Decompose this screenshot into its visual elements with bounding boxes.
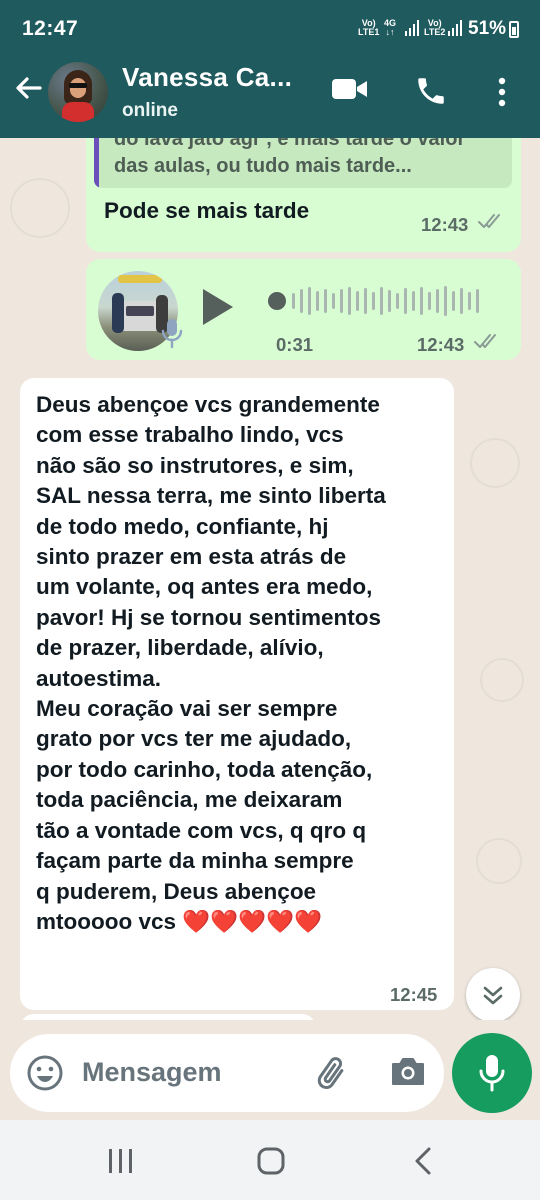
sim1-indicator: Vo) LTE1 — [358, 19, 379, 37]
message-input[interactable]: Mensagem — [10, 1034, 444, 1112]
wallpaper-doodle — [480, 658, 524, 702]
message-line: q puderem, Deus abençoe — [36, 878, 317, 904]
double-check-icon — [474, 334, 496, 348]
incoming-message[interactable]: Deus abençoe vcs grandemente com esse tr… — [20, 378, 454, 1010]
back-nav-icon[interactable] — [410, 1146, 436, 1176]
message-line: por todo carinho, toda atenção, — [36, 756, 373, 782]
message-line: um volante, oq antes era medo, — [36, 574, 373, 600]
emoji-icon[interactable] — [26, 1054, 64, 1092]
contact-name[interactable]: Vanessa Ca... — [122, 62, 292, 93]
scroll-to-bottom-button[interactable] — [466, 968, 520, 1020]
recent-apps-icon[interactable] — [106, 1148, 136, 1174]
message-line: de prazer, liberdade, alívio, — [36, 635, 324, 661]
message-line: Deus abençoe vcs grandemente — [36, 392, 380, 417]
contact-avatar[interactable] — [48, 62, 108, 122]
status-bar: 12:47 Vo) LTE1 4G ↓↑ Vo) LTE2 51% — [0, 0, 540, 58]
message-line: não são so instrutores, e sim, — [36, 452, 354, 478]
message-line: com esse trabalho lindo, vcs — [36, 422, 344, 448]
message-line: SAL nessa terra, me sinto liberta — [36, 483, 386, 509]
composer-bar: Mensagem — [0, 1020, 540, 1120]
voice-duration: 0:31 — [276, 334, 314, 355]
wallpaper-doodle — [470, 438, 520, 488]
microphone-icon — [479, 1055, 505, 1092]
audio-waveform[interactable] — [250, 283, 500, 319]
phone-icon[interactable] — [414, 74, 448, 108]
quote-accent-bar — [94, 138, 99, 188]
message-time: 12:45 — [390, 984, 438, 1005]
camera-icon[interactable] — [388, 1052, 428, 1092]
network-type: 4G ↓↑ — [384, 19, 396, 37]
message-line-text: mtooooo vcs ❤️❤️❤️❤️❤️ — [36, 908, 323, 934]
video-call-icon[interactable] — [330, 74, 370, 104]
message-line: façam parte da minha sempre — [36, 848, 354, 874]
sim2-indicator: Vo) LTE2 — [424, 19, 445, 37]
double-check-icon — [478, 214, 500, 228]
audio-seek-handle — [268, 292, 286, 310]
battery-percent: 51% — [468, 18, 507, 39]
quoted-message[interactable]: do lava jato agr , é mais tarde o valor … — [94, 138, 512, 188]
message-line: toda paciência, me deixaram — [36, 787, 343, 813]
home-icon[interactable] — [256, 1146, 286, 1176]
voice-message[interactable]: 0:31 12:43 — [86, 259, 521, 360]
top-bar: 12:47 Vo) LTE1 4G ↓↑ Vo) LTE2 51% Vaness… — [0, 0, 540, 138]
more-vertical-icon[interactable] — [494, 76, 510, 108]
system-navigation-bar — [0, 1120, 540, 1200]
status-time: 12:47 — [22, 17, 79, 40]
quoted-text: do lava jato agr , é mais tarde o valor … — [114, 138, 466, 177]
voice-mic-icon — [161, 319, 183, 349]
signal1-icon — [405, 20, 419, 36]
battery-icon — [509, 21, 519, 38]
signal2-icon — [448, 20, 462, 36]
message-time: 12:43 — [421, 214, 469, 235]
sim2-lte-label: LTE2 — [424, 27, 446, 37]
message-line: pavor! Hj se tornou sentimentos — [36, 604, 382, 630]
chevron-double-down-icon — [483, 986, 503, 1005]
message-text: Pode se mais tarde — [104, 198, 310, 223]
message-line: autoestima. — [36, 665, 162, 691]
message-line: sinto prazer em esta atrás de — [36, 544, 347, 570]
data-arrows-icon: ↓↑ — [385, 27, 395, 37]
attach-icon[interactable] — [312, 1050, 356, 1094]
chat-area[interactable]: do lava jato agr , é mais tarde o valor … — [0, 138, 540, 1020]
message-text: Deus abençoe vcs grandemente com esse tr… — [36, 390, 446, 937]
voice-record-button[interactable] — [452, 1033, 532, 1113]
message-time: 12:43 — [417, 334, 465, 355]
sim1-lte-label: LTE1 — [358, 27, 380, 37]
message-line: grato por vcs ter me ajudado, — [36, 726, 352, 752]
outgoing-message[interactable]: do lava jato agr , é mais tarde o valor … — [86, 138, 521, 252]
chat-header: Vanessa Ca... online — [0, 58, 540, 138]
wallpaper-doodle — [10, 178, 70, 238]
message-line: mtooooo vcs ❤️❤️❤️❤️❤️ — [36, 907, 446, 937]
play-icon[interactable] — [199, 287, 235, 327]
message-placeholder: Mensagem — [82, 1057, 222, 1087]
contact-status: online — [122, 100, 178, 121]
wallpaper-doodle — [476, 838, 522, 884]
message-line: tão a vontade com vcs, q qro q — [36, 817, 367, 843]
message-line: de todo medo, confiante, hj — [36, 513, 329, 539]
message-line: Meu coração vai ser sempre — [36, 696, 338, 722]
back-arrow-icon[interactable] — [12, 72, 44, 104]
